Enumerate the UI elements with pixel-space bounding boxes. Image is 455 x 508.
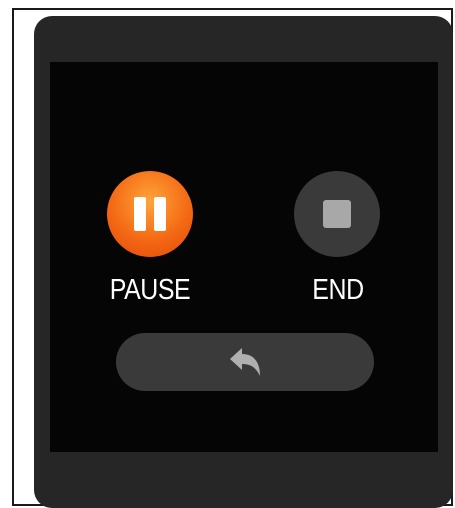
pause-button[interactable]	[107, 171, 193, 257]
end-button[interactable]	[294, 171, 380, 257]
back-button[interactable]	[116, 333, 374, 391]
pause-label: PAUSE	[109, 274, 191, 306]
pause-icon	[130, 197, 170, 231]
watch-screen	[50, 62, 438, 452]
stop-icon	[323, 200, 351, 228]
back-arrow-icon	[230, 348, 260, 376]
end-label: END	[312, 274, 364, 306]
